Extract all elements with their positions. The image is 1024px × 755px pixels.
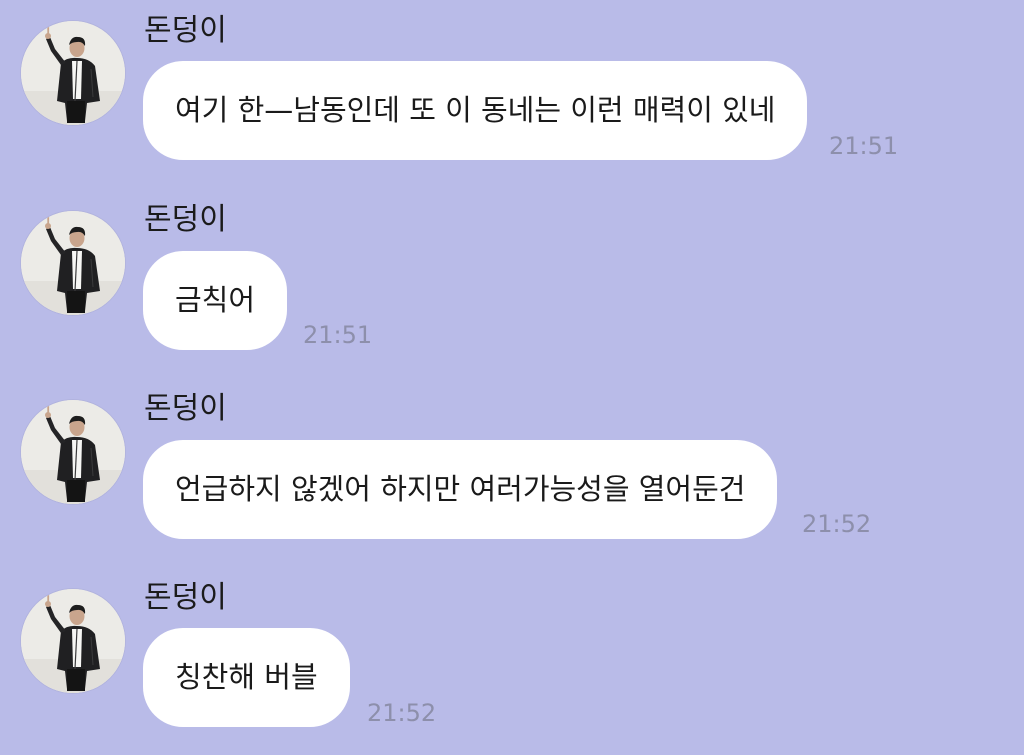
message-timestamp: 21:52 bbox=[367, 699, 437, 727]
profile-photo bbox=[21, 211, 125, 315]
profile-photo bbox=[21, 21, 125, 125]
profile-photo bbox=[21, 400, 125, 504]
sender-name: 돈덩이 bbox=[144, 580, 227, 615]
avatar[interactable] bbox=[21, 211, 125, 315]
chat-screen: { "colors": { "background": "#b9bbe8", "… bbox=[0, 0, 1024, 755]
message-bubble[interactable]: 여기 한—남동인데 또 이 동네는 이런 매력이 있네 bbox=[143, 61, 808, 160]
message-timestamp: 21:52 bbox=[802, 510, 872, 538]
message-timestamp: 21:51 bbox=[829, 132, 899, 160]
message-timestamp: 21:51 bbox=[303, 321, 373, 349]
profile-photo bbox=[21, 589, 125, 693]
avatar[interactable] bbox=[21, 400, 125, 504]
avatar[interactable] bbox=[21, 589, 125, 693]
message-bubble[interactable]: 칭찬해 버블 bbox=[143, 628, 350, 727]
sender-name: 돈덩이 bbox=[144, 391, 227, 426]
message-bubble[interactable]: 금칙어 bbox=[143, 251, 288, 350]
avatar[interactable] bbox=[21, 21, 125, 125]
message-bubble[interactable]: 언급하지 않겠어 하지만 여러가능성을 열어둔건 bbox=[143, 440, 778, 539]
sender-name: 돈덩이 bbox=[144, 13, 227, 48]
sender-name: 돈덩이 bbox=[144, 202, 227, 237]
